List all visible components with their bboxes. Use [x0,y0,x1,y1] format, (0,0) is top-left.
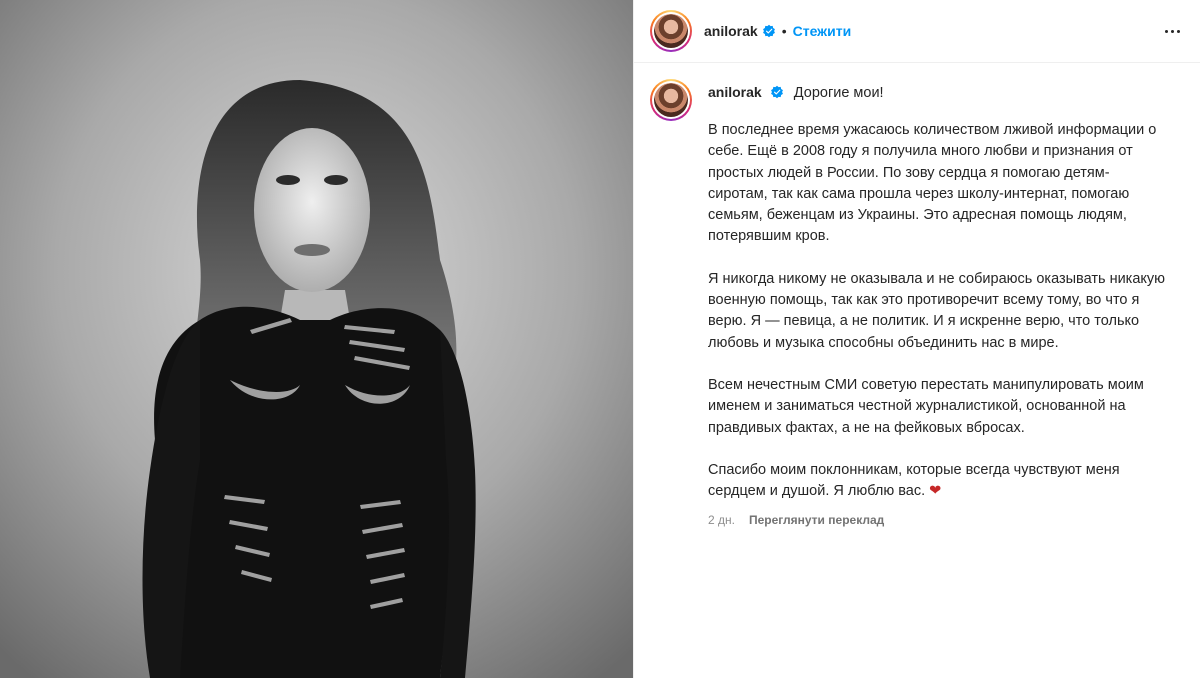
instagram-post: anilorak • Стежити anilorak Дорогие мои!… [0,0,1200,678]
username-link[interactable]: anilorak [704,23,758,39]
caption-paragraph: Всем нечестным СМИ советую перестать ман… [708,376,1144,436]
caption-greeting: Дорогие мои! [793,85,884,101]
avatar[interactable] [650,10,692,52]
caption-header: anilorak Дорогие мои! [708,83,1168,102]
caption-closing-text: Спасибо моим поклонникам, которые всегда… [708,461,1120,500]
caption-avatar[interactable] [650,79,692,121]
heart-emoji-icon: ❤ [929,483,942,500]
post-sidebar: anilorak • Стежити anilorak Дорогие мои!… [633,0,1200,678]
more-options-icon[interactable] [1160,21,1184,41]
caption: anilorak Дорогие мои! В последнее время … [708,79,1168,527]
see-translation-button[interactable]: Переглянути переклад [749,513,884,527]
verified-badge-icon [770,85,783,99]
caption-paragraph: Я никогда никому не оказывала и не собир… [708,270,1166,351]
caption-closing: Спасибо моим поклонникам, которые всегда… [708,460,1168,503]
post-meta: 2 дн. Переглянути переклад [708,513,1168,527]
follow-button[interactable]: Стежити [793,23,852,39]
portrait-photo [0,0,633,678]
separator-dot: • [781,23,787,39]
post-header: anilorak • Стежити [634,0,1200,63]
caption-paragraph: В последнее время ужасаюсь количеством л… [708,122,1157,245]
caption-username-link[interactable]: anilorak [708,84,762,100]
verified-badge-icon [762,24,775,38]
post-photo[interactable] [0,0,633,678]
post-timestamp[interactable]: 2 дн. [708,513,735,527]
caption-section: anilorak Дорогие мои! В последнее время … [634,63,1200,527]
